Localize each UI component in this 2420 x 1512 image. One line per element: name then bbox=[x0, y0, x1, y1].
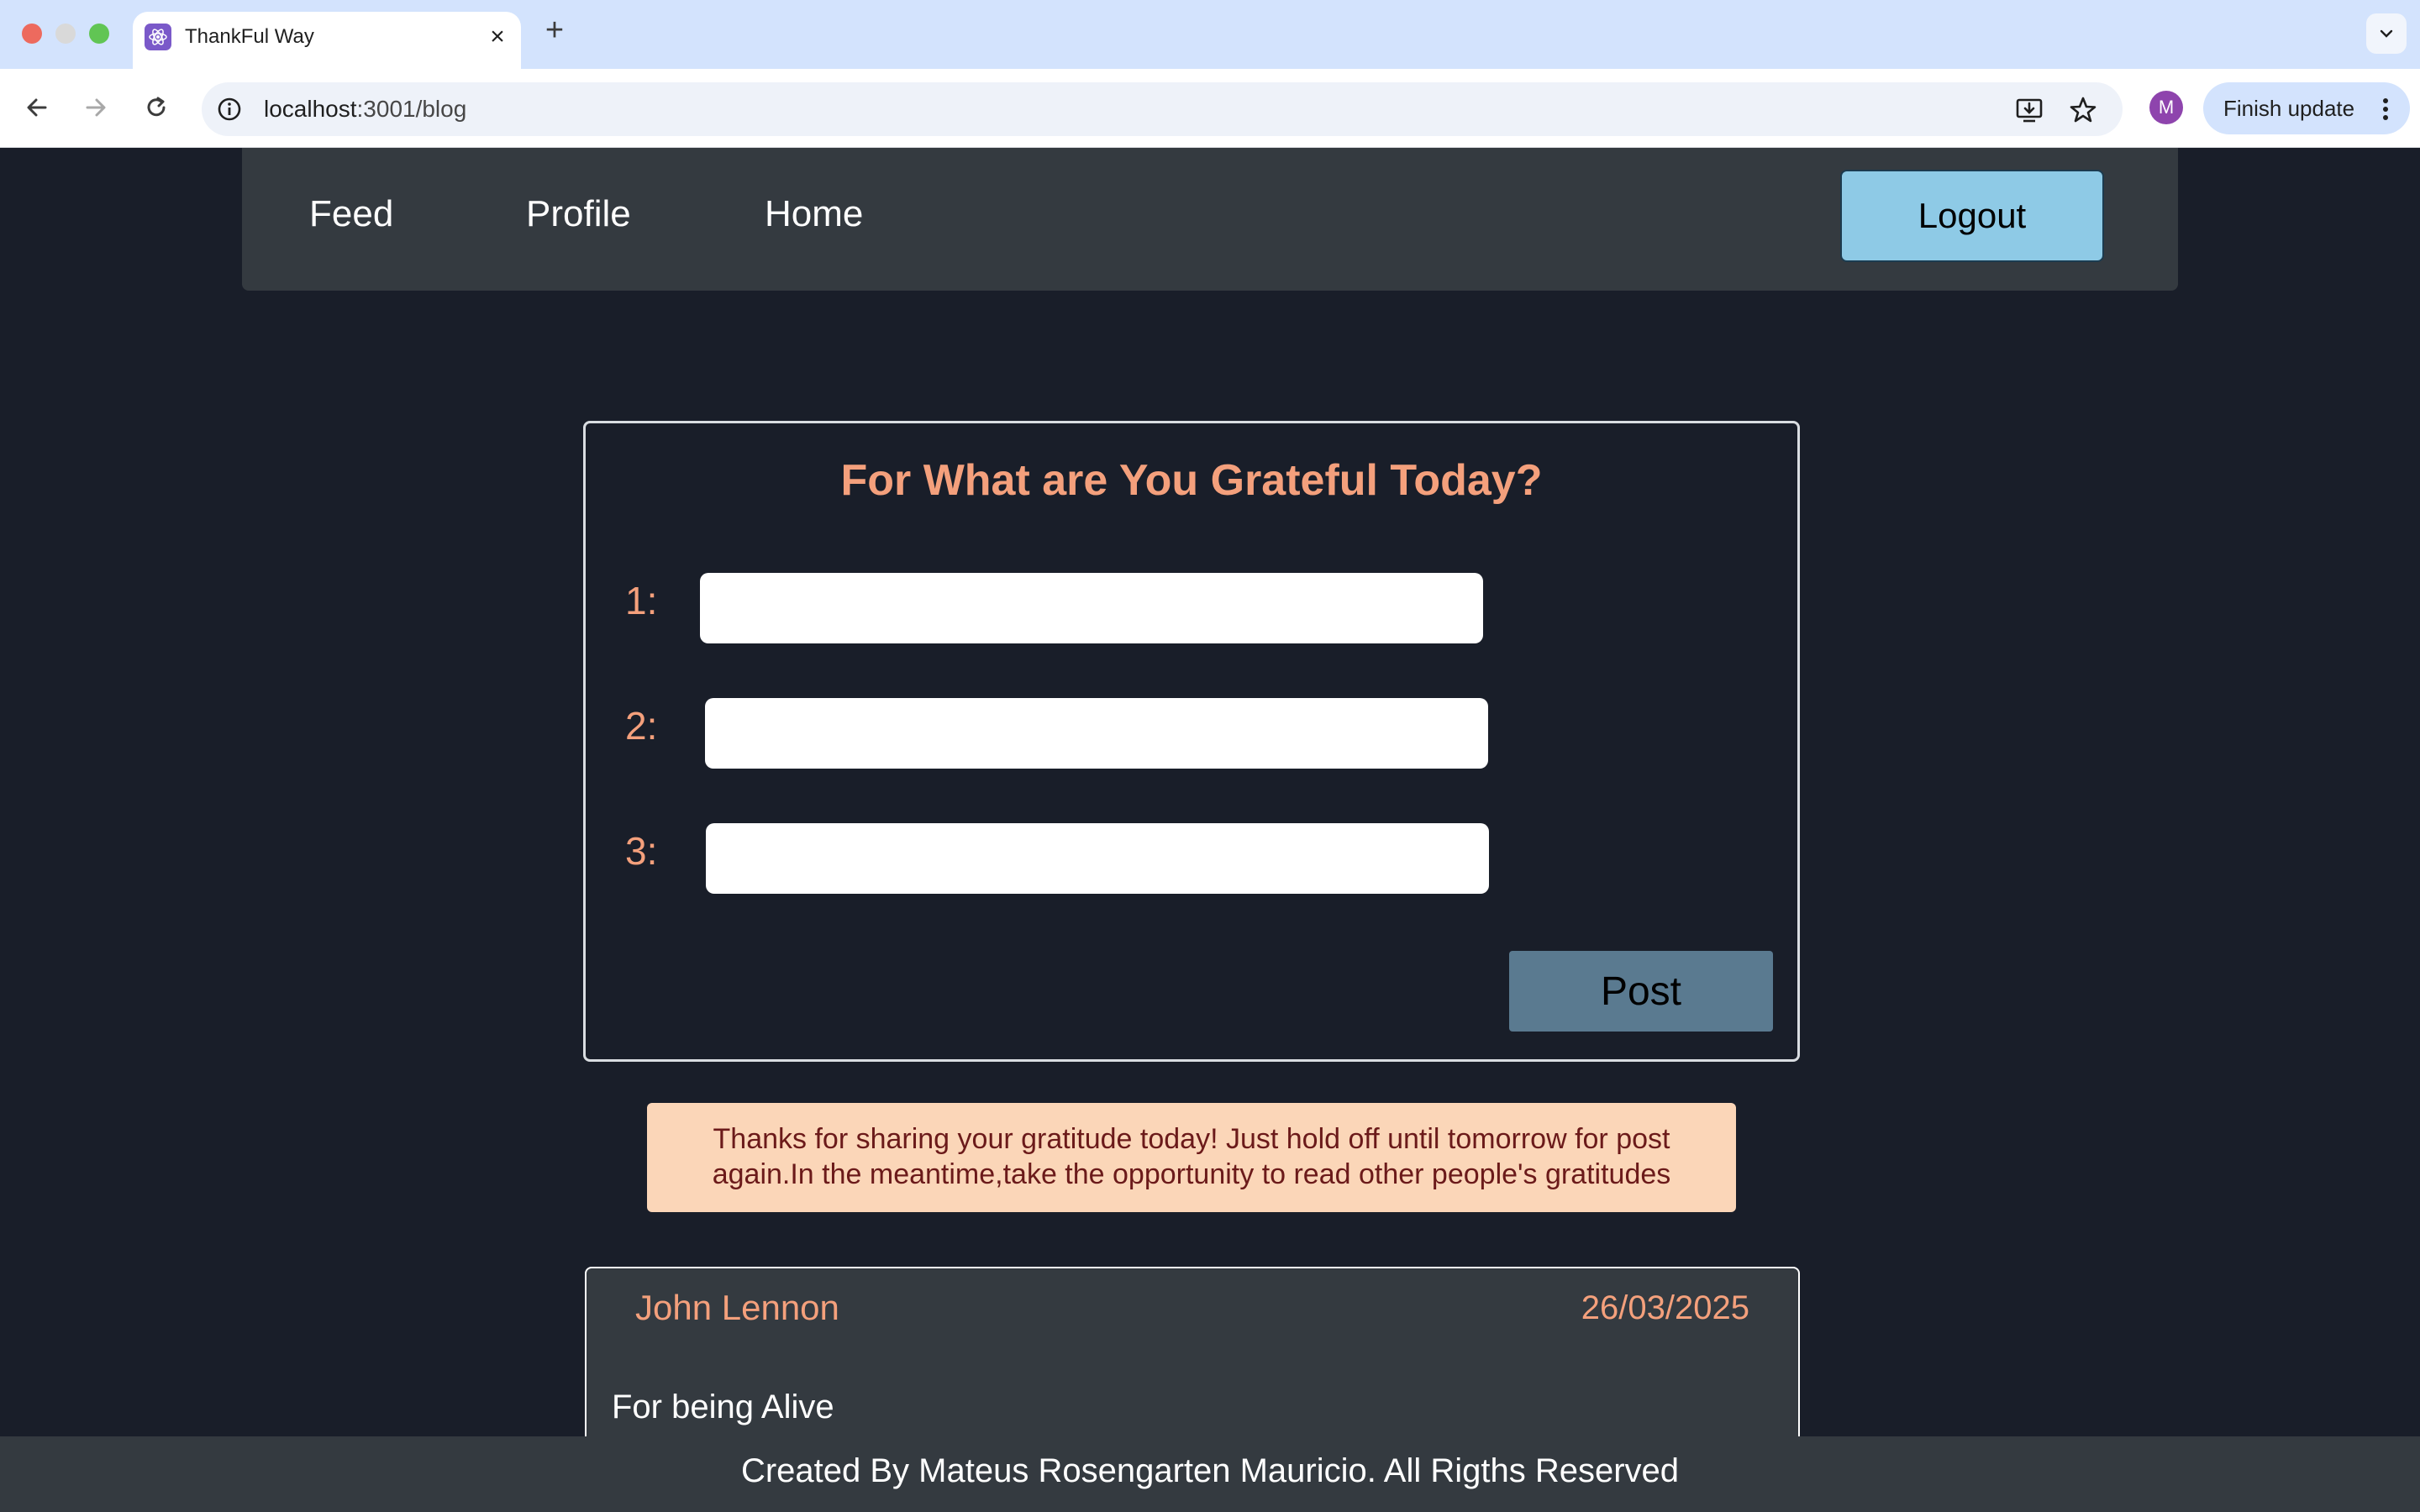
gratitude-input-1[interactable] bbox=[700, 573, 1483, 643]
window-minimize-dot[interactable] bbox=[55, 24, 76, 44]
post-date: 26/03/2025 bbox=[1581, 1289, 1749, 1326]
nav-link-feed[interactable]: Feed bbox=[309, 192, 393, 237]
post-button[interactable]: Post bbox=[1509, 951, 1773, 1032]
browser-tab-active[interactable]: ThankFul Way × bbox=[133, 12, 521, 69]
post-text: For being Alive bbox=[612, 1389, 834, 1425]
nav-link-home[interactable]: Home bbox=[765, 192, 863, 237]
already-posted-notice: Thanks for sharing your gratitude today!… bbox=[647, 1103, 1736, 1212]
install-app-icon[interactable] bbox=[2015, 96, 2044, 124]
gratitude-label-2: 2: bbox=[625, 704, 658, 748]
notice-line-1: Thanks for sharing your gratitude today!… bbox=[713, 1123, 1670, 1155]
finish-update-button[interactable]: Finish update bbox=[2203, 82, 2410, 134]
bookmark-star-icon[interactable] bbox=[2069, 96, 2097, 124]
browser-toolbar: localhost:3001/blog bbox=[0, 69, 2420, 148]
window-zoom-dot[interactable] bbox=[89, 24, 109, 44]
gratitude-input-2[interactable] bbox=[705, 698, 1488, 769]
react-favicon-icon bbox=[145, 24, 171, 50]
kebab-menu-icon[interactable] bbox=[2381, 96, 2390, 123]
browser-tab-strip: ThankFul Way × + bbox=[0, 0, 2420, 69]
profile-avatar[interactable]: M bbox=[2149, 91, 2183, 124]
close-icon[interactable]: × bbox=[482, 22, 513, 52]
gratitude-label-3: 3: bbox=[625, 829, 658, 873]
page-footer: Created By Mateus Rosengarten Mauricio. … bbox=[0, 1436, 2420, 1512]
address-bar[interactable]: localhost:3001/blog bbox=[202, 82, 2123, 136]
gratitude-label-1: 1: bbox=[625, 579, 658, 622]
notice-line-2: again.In the meantime,take the opportuni… bbox=[712, 1158, 1671, 1190]
site-info-icon[interactable] bbox=[217, 97, 242, 122]
plus-icon[interactable]: + bbox=[538, 13, 571, 47]
nav-link-profile[interactable]: Profile bbox=[526, 192, 631, 237]
tab-title: ThankFul Way bbox=[185, 25, 314, 48]
app-navbar: Feed Profile Home Logout bbox=[242, 148, 2178, 291]
chevron-down-icon[interactable] bbox=[2366, 13, 2407, 54]
forward-arrow-icon[interactable] bbox=[77, 89, 114, 126]
url-text[interactable]: localhost:3001/blog bbox=[264, 94, 466, 124]
gratitude-form-card: For What are You Grateful Today? 1: 2: 3… bbox=[583, 421, 1800, 1062]
window-close-dot[interactable] bbox=[22, 24, 42, 44]
gratitude-input-3[interactable] bbox=[706, 823, 1489, 894]
post-author[interactable]: John Lennon bbox=[635, 1285, 839, 1331]
back-arrow-icon[interactable] bbox=[18, 89, 55, 126]
form-title: For What are You Grateful Today? bbox=[840, 456, 1543, 505]
logout-button[interactable]: Logout bbox=[1840, 170, 2104, 262]
reload-icon[interactable] bbox=[138, 89, 175, 126]
